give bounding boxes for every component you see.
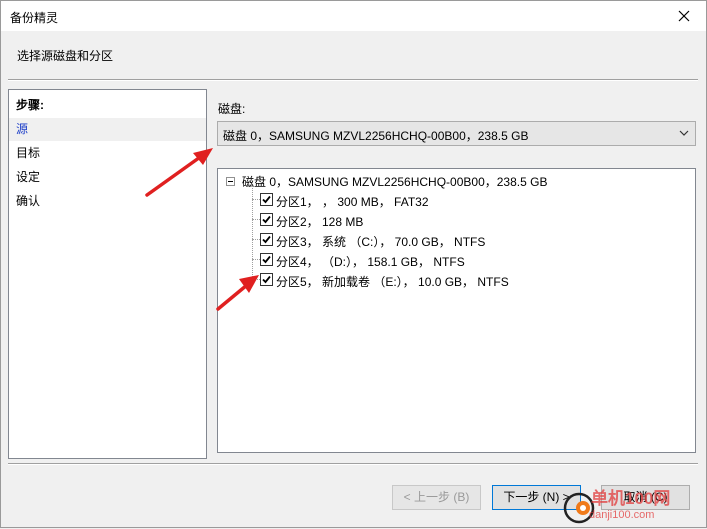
- steps-header: 步骤:: [16, 98, 44, 112]
- collapse-icon[interactable]: [226, 177, 235, 186]
- partition-label: 分区4， （D:）， 158.1 GB， NTFS: [276, 255, 465, 269]
- back-button[interactable]: < 上一步 (B): [392, 485, 481, 510]
- title-bar: 备份精灵: [1, 1, 706, 31]
- disk-label: 磁盘:: [218, 102, 246, 116]
- partition-label: 分区3， 系统 （C:）， 70.0 GB， NTFS: [276, 235, 486, 249]
- checkmark-icon: [262, 195, 271, 204]
- partition-checkbox[interactable]: [260, 193, 273, 206]
- tree-root-disk[interactable]: 磁盘 0，SAMSUNG MZVL2256HCHQ-00B00，238.5 GB: [242, 173, 547, 190]
- partition-label: 分区5， 新加载卷 （E:）， 10.0 GB， NTFS: [276, 275, 509, 289]
- partition-checkbox[interactable]: [260, 213, 273, 226]
- red-arrow-icon: [216, 275, 259, 311]
- watermark-logo: 单机100网 danji100.com: [559, 478, 707, 529]
- chevron-down-icon: [679, 130, 689, 136]
- close-button[interactable]: [662, 1, 706, 31]
- partition-tree[interactable]: 磁盘 0，SAMSUNG MZVL2256HCHQ-00B00，238.5 GB…: [217, 168, 696, 453]
- step-label: 目标: [16, 146, 41, 160]
- partition-label: 分区1， ， 300 MB， FAT32: [276, 195, 429, 209]
- tree-connector: [252, 186, 253, 281]
- wizard-window: 备份精灵 选择源磁盘和分区 步骤: 源 目标 设定 确认 磁盘: 磁盘 0，SA…: [0, 0, 707, 528]
- step-label: 确认: [16, 194, 41, 208]
- window-title: 备份精灵: [10, 11, 59, 25]
- partition-checkbox[interactable]: [260, 233, 273, 246]
- tree-connector: [252, 239, 260, 240]
- step-item-source[interactable]: 源: [9, 118, 206, 141]
- step-label: 源: [16, 122, 29, 136]
- tree-connector: [252, 219, 260, 220]
- close-icon: [678, 10, 690, 22]
- checkmark-icon: [262, 255, 271, 264]
- header-divider: [8, 79, 698, 81]
- checkmark-icon: [262, 235, 271, 244]
- watermark-title: 单机100网: [591, 489, 671, 508]
- disk-select[interactable]: 磁盘 0，SAMSUNG MZVL2256HCHQ-00B00，238.5 GB: [217, 121, 696, 146]
- red-arrow-icon: [145, 148, 213, 197]
- wizard-header: 选择源磁盘和分区: [1, 31, 706, 79]
- watermark-url: danji100.com: [589, 509, 655, 521]
- footer-divider: [8, 463, 698, 465]
- partition-checkbox[interactable]: [260, 253, 273, 266]
- tree-connector: [252, 259, 260, 260]
- tree-connector: [252, 199, 260, 200]
- disk-select-value: 磁盘 0，SAMSUNG MZVL2256HCHQ-00B00，238.5 GB: [223, 129, 529, 143]
- checkmark-icon: [262, 215, 271, 224]
- page-subtitle: 选择源磁盘和分区: [17, 49, 114, 63]
- step-label: 设定: [16, 170, 41, 184]
- partition-label: 分区2， 128 MB: [276, 215, 364, 229]
